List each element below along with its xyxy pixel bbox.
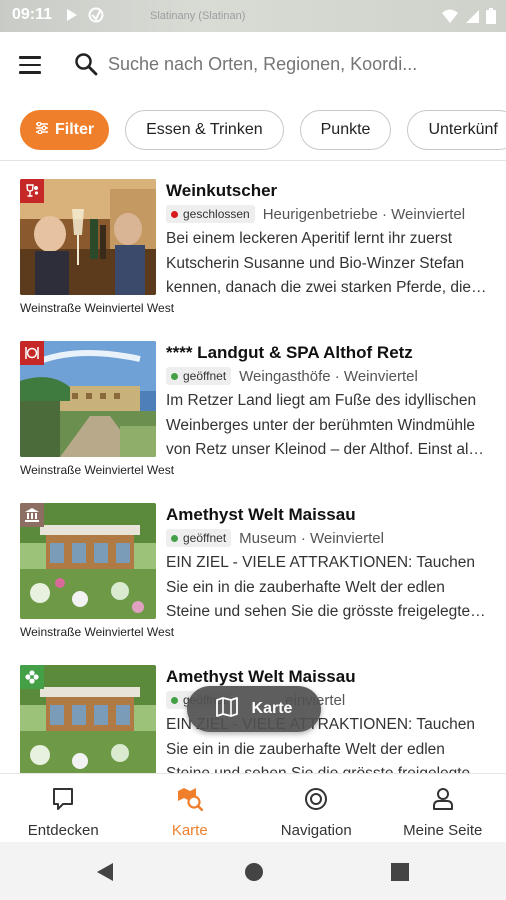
map-button-label: Karte [251, 700, 293, 717]
status-text: geöffnet [183, 531, 227, 545]
item-title[interactable]: Weinkutscher [166, 181, 277, 201]
chip-label: Essen & Trinken [146, 121, 263, 138]
nav-label: Karte [171, 822, 208, 839]
chip-label: Unterkünf [428, 121, 498, 138]
item-thumbnail [20, 665, 156, 773]
item-description: Bei einem leckeren Aperitif lernt ihr zu… [166, 230, 487, 296]
status-dot [171, 372, 178, 380]
item-category: Museum · Weinviertel [239, 529, 384, 547]
status-text: geöffnet [183, 369, 227, 383]
item-description: Im Retzer Land liegt am Fuße des idyllis… [166, 392, 484, 458]
item-description: EIN ZIEL - VIELE ATTRAKTIONEN: Tauchen S… [166, 554, 486, 620]
status-badge: geöffnet [166, 367, 232, 385]
status-left-icons [66, 7, 104, 28]
chip-unterkuenfte[interactable]: Unterkünf [407, 110, 506, 150]
filter-icon [35, 121, 49, 139]
museum-icon [20, 503, 44, 527]
chip-essen-trinken[interactable]: Essen & Trinken [125, 110, 284, 150]
item-category: Heurigenbetriebe · Weinviertel [262, 205, 466, 223]
chip-label: Punkte [320, 121, 371, 138]
nav-karte[interactable]: Karte [127, 774, 254, 842]
map-search-icon [177, 787, 204, 816]
status-dot [171, 210, 178, 218]
status-bar: 09:11 Slatinany (Slatinan) [0, 0, 506, 32]
bottom-navigation: Entdecken Karte Navigation Meine Seite [0, 773, 506, 842]
nav-navigation[interactable]: Navigation [253, 774, 380, 842]
sync-icon [88, 7, 104, 28]
status-dot [171, 696, 178, 704]
item-category: Weingasthöfe · Weinviertel [239, 367, 418, 385]
battery-icon [486, 8, 496, 29]
map-button[interactable]: Karte [187, 686, 321, 732]
map-background-label: Slatinany (Slatinan) [150, 10, 246, 22]
home-icon[interactable] [244, 862, 264, 887]
user-icon [432, 787, 454, 816]
item-meta: geöffnet Museum · Weinviertel [166, 529, 384, 547]
list-item[interactable]: Amethyst Welt Maissau geöffnet Museum · … [0, 485, 506, 647]
restaurant-icon [20, 341, 44, 365]
status-time: 09:11 [12, 6, 53, 23]
search-icon[interactable] [74, 52, 98, 81]
status-dot [171, 534, 178, 542]
status-right-icons [441, 8, 496, 29]
item-region: Weinstraße Weinviertel West [20, 301, 175, 315]
nav-label: Entdecken [27, 822, 99, 839]
item-meta: geschlossen Heurigenbetriebe · Weinviert… [166, 205, 465, 223]
hamburger-menu-icon[interactable] [19, 56, 41, 74]
system-nav-bar [0, 842, 506, 900]
filter-chips-row: Filter Essen & Trinken Punkte Unterkünf [0, 100, 506, 160]
wine-icon [20, 179, 44, 203]
item-region: Weinstraße Weinviertel West [20, 463, 175, 477]
status-badge: geschlossen [166, 205, 255, 223]
wifi-icon [441, 9, 459, 29]
recents-icon[interactable] [391, 863, 409, 886]
chat-bubble-icon [52, 787, 74, 816]
status-text: geschlossen [183, 207, 250, 221]
status-badge: geöffnet [166, 529, 232, 547]
item-thumbnail [20, 341, 156, 457]
flower-icon [20, 665, 44, 689]
play-icon [66, 8, 78, 27]
nav-entdecken[interactable]: Entdecken [0, 774, 127, 842]
map-icon [215, 696, 238, 722]
search-bar [0, 32, 506, 100]
item-thumbnail [20, 179, 156, 295]
search-input[interactable] [108, 54, 448, 75]
chip-punkte[interactable]: Punkte [299, 110, 392, 150]
signal-icon [465, 9, 480, 29]
nav-label: Meine Seite [403, 822, 483, 839]
filter-button[interactable]: Filter [20, 110, 110, 150]
item-thumbnail [20, 503, 156, 619]
item-title[interactable]: **** Landgut & SPA Althof Retz [166, 343, 413, 363]
filter-label: Filter [55, 121, 95, 138]
nav-meine-seite[interactable]: Meine Seite [380, 774, 506, 842]
app-screen: 09:11 Slatinany (Slatinan) Suche nach Or… [0, 0, 506, 900]
list-item[interactable]: Weinkutscher geschlossen Heurigenbetrieb… [0, 161, 506, 323]
back-icon[interactable] [96, 862, 114, 887]
target-icon [304, 787, 328, 816]
item-title[interactable]: Amethyst Welt Maissau [166, 505, 356, 525]
results-list[interactable]: Weinkutscher geschlossen Heurigenbetrieb… [0, 161, 506, 773]
item-title[interactable]: Amethyst Welt Maissau [166, 667, 356, 687]
item-meta: geöffnet Weingasthöfe · Weinviertel [166, 367, 418, 385]
nav-label: Navigation [280, 822, 352, 839]
item-region: Weinstraße Weinviertel West [20, 625, 175, 639]
list-item[interactable]: **** Landgut & SPA Althof Retz geöffnet … [0, 323, 506, 485]
